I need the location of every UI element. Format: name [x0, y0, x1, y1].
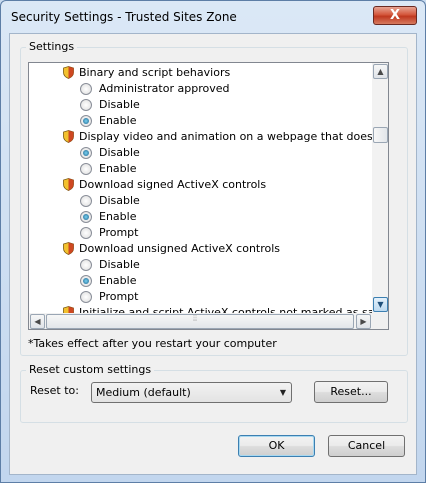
settings-group-label: Settings	[26, 40, 78, 53]
scroll-right-button[interactable]: ▶	[356, 314, 371, 329]
setting-category-label: Download signed ActiveX controls	[79, 178, 267, 191]
reset-level-select[interactable]: Medium (default) ▼	[91, 382, 292, 403]
setting-category-label: Binary and script behaviors	[79, 66, 231, 79]
setting-option-label: Enable	[99, 162, 137, 175]
arrow-down-icon: ▼	[377, 300, 384, 309]
reset-level-value: Medium (default)	[96, 386, 191, 399]
restart-note: *Takes effect after you restart your com…	[28, 337, 277, 350]
reset-to-label: Reset to:	[30, 384, 79, 397]
setting-option-label: Administrator approved	[99, 82, 230, 95]
radio-button[interactable]	[80, 83, 92, 95]
radio-button[interactable]	[80, 211, 92, 223]
shield-icon	[63, 130, 74, 143]
radio-button[interactable]	[80, 227, 92, 239]
arrow-right-icon: ▶	[360, 317, 367, 326]
ok-button[interactable]: OK	[238, 435, 315, 457]
radio-button[interactable]	[80, 291, 92, 303]
radio-button[interactable]	[80, 275, 92, 287]
radio-button[interactable]	[80, 115, 92, 127]
setting-category-label: Download unsigned ActiveX controls	[79, 242, 281, 255]
reset-button[interactable]: Reset...	[314, 381, 388, 403]
setting-option-label: Enable	[99, 210, 137, 223]
scroll-left-button[interactable]: ◀	[30, 314, 45, 329]
setting-category-label: Initialize and script ActiveX controls n…	[79, 306, 372, 313]
vertical-scroll-thumb[interactable]	[373, 127, 388, 143]
chevron-down-icon: ▼	[279, 388, 286, 397]
radio-button[interactable]	[80, 99, 92, 111]
shield-icon	[63, 242, 74, 255]
setting-option-label: Disable	[99, 194, 140, 207]
setting-option-label: Disable	[99, 98, 140, 111]
cancel-button[interactable]: Cancel	[328, 435, 405, 457]
scrollbar-corner	[372, 313, 388, 329]
scroll-down-button[interactable]: ▼	[373, 297, 388, 312]
horizontal-scrollbar[interactable]: ◀ ⦙⦙ ▶	[29, 313, 372, 329]
radio-button[interactable]	[80, 259, 92, 271]
horizontal-scroll-thumb[interactable]: ⦙⦙	[46, 314, 354, 329]
setting-category-label: Display video and animation on a webpage…	[79, 130, 372, 143]
setting-option-label: Disable	[99, 258, 140, 271]
shield-icon	[63, 66, 74, 79]
vertical-scrollbar[interactable]: ▲ ▼	[372, 63, 388, 313]
radio-button[interactable]	[80, 147, 92, 159]
setting-option-label: Disable	[99, 146, 140, 159]
title-bar[interactable]: Security Settings - Trusted Sites Zone X	[1, 1, 425, 33]
setting-option-label: Enable	[99, 274, 137, 287]
arrow-left-icon: ◀	[34, 317, 41, 326]
security-settings-dialog: Security Settings - Trusted Sites Zone X…	[0, 0, 426, 483]
radio-button[interactable]	[80, 195, 92, 207]
shield-icon	[63, 306, 74, 313]
radio-button[interactable]	[80, 163, 92, 175]
arrow-up-icon: ▲	[377, 67, 384, 76]
settings-list[interactable]: Binary and script behaviors Administrator…	[28, 62, 389, 330]
setting-option-label: Enable	[99, 114, 137, 127]
settings-list-content: Binary and script behaviors Administrator…	[29, 63, 372, 313]
window-title: Security Settings - Trusted Sites Zone	[11, 10, 237, 24]
close-button[interactable]: X	[373, 6, 417, 25]
grip-icon: ⦙⦙	[193, 314, 198, 324]
shield-icon	[63, 178, 74, 191]
setting-option-label: Prompt	[99, 290, 139, 303]
scroll-up-button[interactable]: ▲	[373, 64, 388, 79]
setting-option-label: Prompt	[99, 226, 139, 239]
reset-group-label: Reset custom settings	[26, 363, 155, 376]
